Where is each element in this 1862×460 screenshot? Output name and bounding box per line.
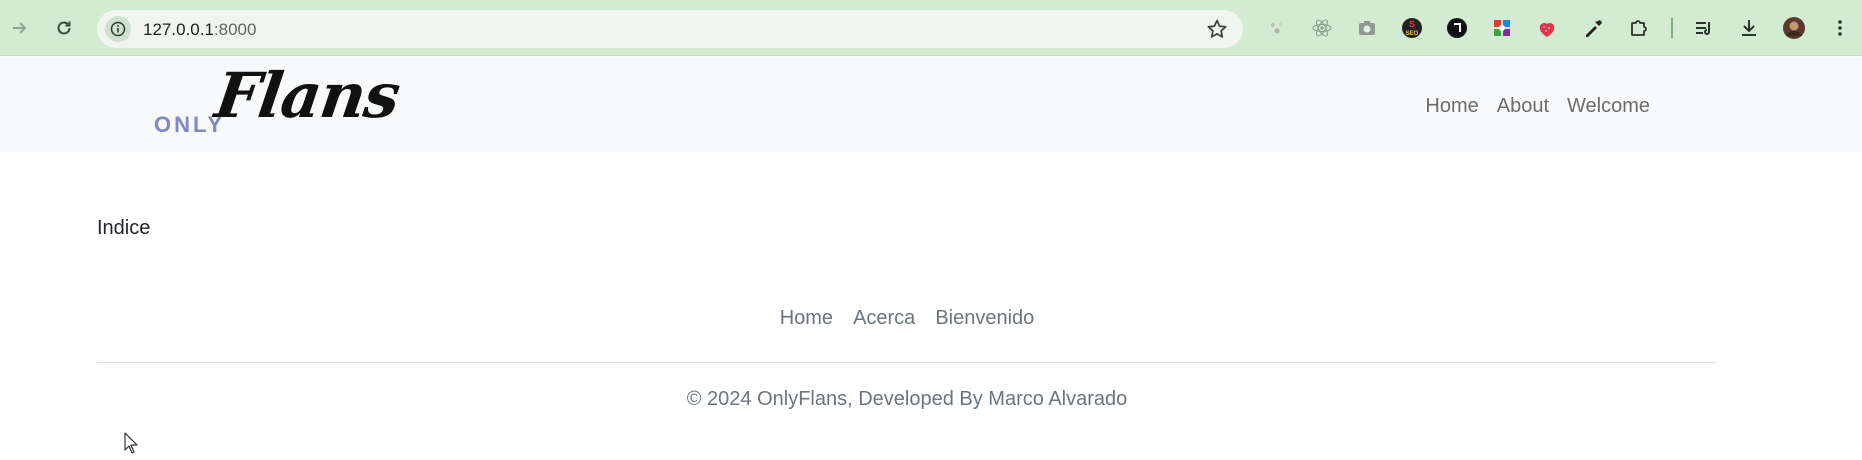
toolbar-divider: [1671, 18, 1673, 38]
eyedropper-extension-icon[interactable]: [1579, 14, 1607, 42]
footer-link-home[interactable]: Home: [780, 307, 833, 330]
page-heading: Indice: [97, 217, 151, 239]
mouse-cursor-icon: [124, 432, 138, 454]
bookmark-star-icon[interactable]: [1205, 17, 1229, 41]
react-extension-icon[interactable]: [1308, 14, 1336, 42]
puzzle-extensions-icon[interactable]: [1624, 14, 1652, 42]
address-bar[interactable]: 127.0.0.1:8000: [97, 10, 1243, 48]
svg-text:SEO: SEO: [1406, 31, 1419, 37]
nav-links: Home About Welcome: [1425, 95, 1650, 118]
sparkle-extension-icon[interactable]: [1263, 14, 1291, 42]
nav-link-welcome[interactable]: Welcome: [1567, 95, 1650, 118]
browser-toolbar: 127.0.0.1:8000 S SEO: [0, 0, 1862, 56]
footer-divider: [97, 362, 1717, 363]
black-circle-extension-icon[interactable]: [1443, 14, 1471, 42]
reload-icon[interactable]: [50, 14, 78, 42]
reading-list-icon[interactable]: [1690, 14, 1718, 42]
footer-link-bienvenido[interactable]: Bienvenido: [935, 307, 1034, 330]
url-text[interactable]: 127.0.0.1:8000: [143, 20, 256, 40]
footer-link-acerca[interactable]: Acerca: [853, 307, 915, 330]
url-host: 127.0.0.1: [143, 20, 214, 39]
site-info-icon[interactable]: [105, 16, 131, 42]
nav-link-about[interactable]: About: [1497, 95, 1549, 118]
svg-text:S: S: [1409, 19, 1415, 29]
brand-logo[interactable]: ONLY Flans: [154, 59, 404, 147]
seo-extension-icon[interactable]: S SEO: [1398, 14, 1426, 42]
color-grid-extension-icon[interactable]: [1488, 14, 1516, 42]
copyright-text: © 2024 OnlyFlans, Developed By Marco Alv…: [686, 388, 1128, 410]
profile-avatar[interactable]: [1780, 14, 1808, 42]
site-navbar: ONLY Flans Home About Welcome: [0, 57, 1862, 152]
menu-kebab-icon[interactable]: [1826, 14, 1854, 42]
footer-links: Home Acerca Bienvenido: [0, 307, 1814, 330]
download-icon[interactable]: [1735, 14, 1763, 42]
camera-extension-icon[interactable]: [1353, 14, 1381, 42]
forward-icon[interactable]: [6, 14, 34, 42]
strawberry-extension-icon[interactable]: [1533, 14, 1561, 42]
nav-link-home[interactable]: Home: [1425, 95, 1478, 118]
brand-name: Flans: [210, 59, 404, 132]
url-port: :8000: [213, 20, 257, 39]
